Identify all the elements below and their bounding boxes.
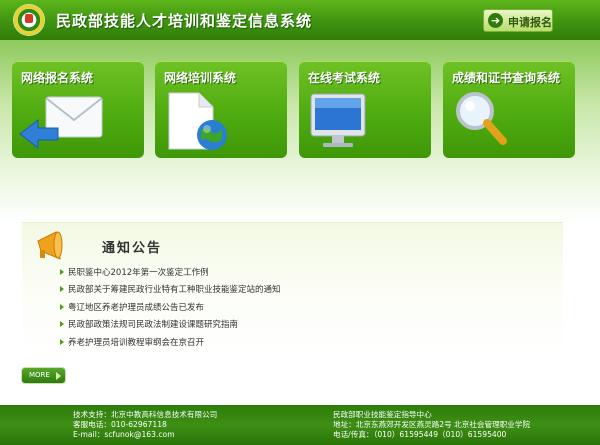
notice-panel: 通知公告 民职鉴中心2012年第一次鉴定工作例 民政部关于筹建民政行业特有工种职… [22,222,563,358]
footer-support: 技术支持：北京中教高科信息技术有限公司 客服电话：010-62967118 E-… [73,410,217,440]
bullet-arrow-icon [60,269,64,275]
bullet-arrow-icon [60,321,64,328]
apply-button-label: 申请报名 [508,16,552,29]
header-bar: 民政部技能人才培训和鉴定信息系统 ➜ 申请报名 [0,0,600,40]
bullet-arrow-icon [60,338,64,345]
notice-item[interactable]: 民政部政策法规司民政法制建设课题研究指南 [60,318,281,335]
footer-organization: 民政部职业技能鉴定指导中心 地址：北京东燕郊开发区燕灵路2号 北京社会管理职业学… [333,410,530,440]
module-card-exam[interactable]: 在线考试系统 [299,61,431,158]
footer-tech-support: 技术支持：北京中教高科信息技术有限公司 [73,410,218,419]
magnifier-icon [456,92,507,145]
module-card-query[interactable]: 成绩和证书查询系统 [443,61,575,158]
footer-bar: 技术支持：北京中教高科信息技术有限公司 客服电话：010-62967118 E-… [0,405,600,445]
notice-heading: 通知公告 [102,241,163,256]
notice-item[interactable]: 养老护理员培训教程审纲会在京召开 [60,336,281,353]
module-card-registration[interactable]: 网络报名系统 [12,61,144,158]
emblem-logo [14,5,44,35]
monitor-icon [310,93,366,147]
chevron-right-icon [56,372,61,380]
bullet-arrow-icon [60,286,64,293]
notice-item[interactable]: 民政部关于筹建民政行业特有工种职业技能鉴定站的通知 [60,283,281,300]
apply-button[interactable]: ➜ 申请报名 [483,9,553,32]
notice-item[interactable]: 民职鉴中心2012年第一次鉴定工作例 [60,266,281,283]
notice-list: 民职鉴中心2012年第一次鉴定工作例 民政部关于筹建民政行业特有工种职业技能鉴定… [60,266,281,353]
footer-org-name: 民政部职业技能鉴定指导中心 [333,410,432,419]
site-title: 民政部技能人才培训和鉴定信息系统 [56,12,313,30]
footer-phone: 客服电话：010-62967118 [73,420,167,429]
document-globe-icon [168,92,227,150]
notice-item[interactable]: 粤辽地区养老护理员成绩公告已发布 [60,301,281,318]
more-button-label: MORE [29,371,50,379]
module-card-training[interactable]: 网络培训系统 [155,61,287,158]
more-button[interactable]: MORE [21,367,66,384]
footer-email[interactable]: E-mail：scfunok@163.com [73,430,217,440]
bullet-arrow-icon [60,303,64,310]
envelope-arrow-icon [19,96,103,150]
footer-address: 地址：北京东燕郊开发区燕灵路2号 北京社会管理职业学院 [333,420,531,429]
arrow-right-icon: ➜ [488,13,503,28]
megaphone-icon [37,231,63,260]
footer-fax: 电话/传真：（010）61595449（010）61595400 [333,430,507,439]
